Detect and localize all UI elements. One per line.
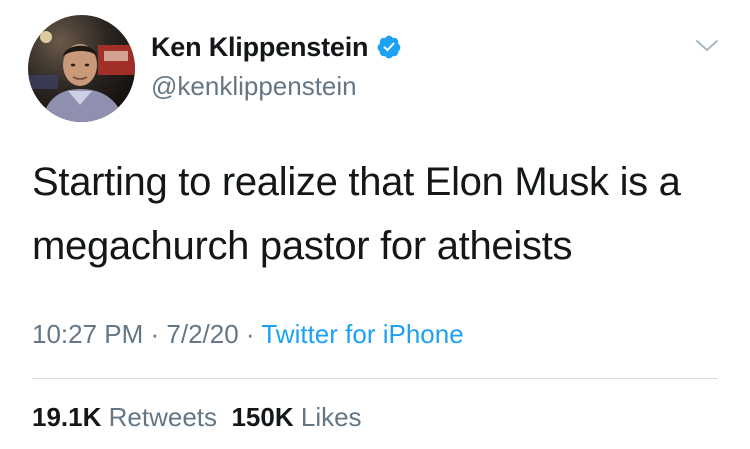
divider bbox=[32, 378, 718, 379]
author-handle[interactable]: @kenklippenstein bbox=[151, 70, 357, 102]
tweet-card: Ken Klippenstein @kenklippenstein Starti… bbox=[0, 0, 750, 449]
meta-separator: · bbox=[143, 319, 167, 349]
tweet-time[interactable]: 10:27 PM bbox=[32, 319, 143, 349]
tweet-meta: 10:27 PM · 7/2/20 · Twitter for iPhone bbox=[32, 318, 464, 350]
avatar[interactable] bbox=[28, 15, 135, 122]
author-name[interactable]: Ken Klippenstein bbox=[151, 30, 369, 64]
retweets-count: 19.1K bbox=[32, 402, 102, 432]
tweet-date[interactable]: 7/2/20 bbox=[166, 319, 238, 349]
likes-label: Likes bbox=[300, 402, 362, 432]
chevron-down-icon[interactable] bbox=[694, 35, 720, 55]
avatar-photo bbox=[28, 15, 135, 122]
author-name-row[interactable]: Ken Klippenstein bbox=[151, 30, 402, 64]
tweet-source-link[interactable]: Twitter for iPhone bbox=[261, 319, 463, 349]
likes-count: 150K bbox=[231, 402, 294, 432]
tweet-stats: 19.1K Retweets 150K Likes bbox=[32, 401, 362, 433]
retweets-label: Retweets bbox=[108, 402, 218, 432]
retweets-stat[interactable]: 19.1K Retweets bbox=[32, 402, 217, 432]
verified-badge-icon bbox=[376, 34, 402, 60]
tweet-text: Starting to realize that Elon Musk is a … bbox=[32, 160, 681, 268]
likes-stat[interactable]: 150K Likes bbox=[231, 402, 361, 432]
meta-separator: · bbox=[238, 319, 262, 349]
